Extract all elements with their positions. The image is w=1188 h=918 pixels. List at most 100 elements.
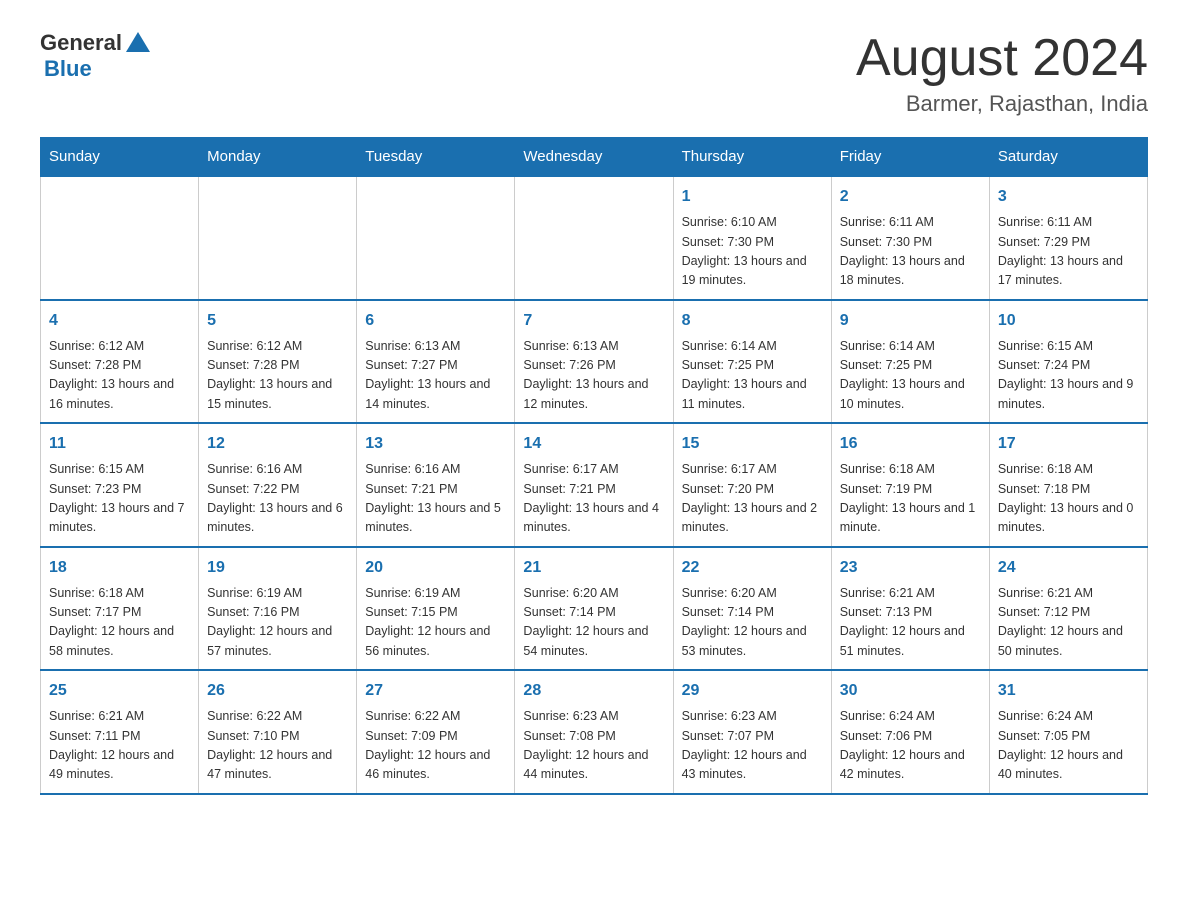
- calendar-cell: 6Sunrise: 6:13 AMSunset: 7:27 PMDaylight…: [357, 300, 515, 424]
- header-thursday: Thursday: [673, 138, 831, 177]
- day-info: Sunrise: 6:10 AMSunset: 7:30 PMDaylight:…: [682, 213, 823, 291]
- calendar-cell: 5 Sunrise: 6:12 AMSunset: 7:28 PMDaylight…: [199, 300, 357, 424]
- day-number: 20: [365, 556, 506, 580]
- day-number: 30: [840, 679, 981, 703]
- calendar-header-row: SundayMondayTuesdayWednesdayThursdayFrid…: [41, 138, 1148, 177]
- month-title: August 2024: [856, 30, 1148, 87]
- day-info: Sunrise: 6:13 AMSunset: 7:26 PMDaylight:…: [523, 337, 664, 415]
- calendar-cell: 1 Sunrise: 6:10 AMSunset: 7:30 PMDaylight…: [673, 176, 831, 300]
- location-title: Barmer, Rajasthan, India: [856, 91, 1148, 117]
- calendar-cell: 21Sunrise: 6:20 AMSunset: 7:14 PMDayligh…: [515, 547, 673, 671]
- day-number: 22: [682, 556, 823, 580]
- calendar-cell: [515, 176, 673, 300]
- day-number: 25: [49, 679, 190, 703]
- calendar-cell: 28 Sunrise: 6:23 AMSunset: 7:08 PMDayligh…: [515, 670, 673, 794]
- day-info: Sunrise: 6:21 AMSunset: 7:11 PMDaylight:…: [49, 707, 190, 785]
- header-saturday: Saturday: [989, 138, 1147, 177]
- calendar-cell: 24 Sunrise: 6:21 AMSunset: 7:12 PMDayligh…: [989, 547, 1147, 671]
- day-info: Sunrise: 6:18 AMSunset: 7:18 PMDaylight:…: [998, 460, 1139, 538]
- calendar-cell: 9 Sunrise: 6:14 AMSunset: 7:25 PMDaylight…: [831, 300, 989, 424]
- calendar-week-row: 4 Sunrise: 6:12 AMSunset: 7:28 PMDaylight…: [41, 300, 1148, 424]
- header-friday: Friday: [831, 138, 989, 177]
- day-info: Sunrise: 6:19 AMSunset: 7:15 PMDaylight:…: [365, 584, 506, 662]
- calendar-cell: 27 Sunrise: 6:22 AMSunset: 7:09 PMDayligh…: [357, 670, 515, 794]
- day-info: Sunrise: 6:14 AMSunset: 7:25 PMDaylight:…: [682, 337, 823, 415]
- day-number: 27: [365, 679, 506, 703]
- day-number: 5: [207, 309, 348, 333]
- calendar-cell: 11 Sunrise: 6:15 AMSunset: 7:23 PMDayligh…: [41, 423, 199, 547]
- day-number: 11: [49, 432, 190, 456]
- calendar-cell: 7Sunrise: 6:13 AMSunset: 7:26 PMDaylight…: [515, 300, 673, 424]
- day-number: 26: [207, 679, 348, 703]
- day-number: 8: [682, 309, 823, 333]
- day-number: 29: [682, 679, 823, 703]
- calendar-cell: 4 Sunrise: 6:12 AMSunset: 7:28 PMDaylight…: [41, 300, 199, 424]
- day-number: 31: [998, 679, 1139, 703]
- calendar-cell: 23 Sunrise: 6:21 AMSunset: 7:13 PMDayligh…: [831, 547, 989, 671]
- logo-blue-text: Blue: [44, 56, 92, 82]
- day-number: 14: [523, 432, 664, 456]
- day-number: 17: [998, 432, 1139, 456]
- header-sunday: Sunday: [41, 138, 199, 177]
- calendar-cell: 2 Sunrise: 6:11 AMSunset: 7:30 PMDaylight…: [831, 176, 989, 300]
- day-info: Sunrise: 6:12 AMSunset: 7:28 PMDaylight:…: [49, 337, 190, 415]
- day-number: 12: [207, 432, 348, 456]
- day-number: 1: [682, 185, 823, 209]
- calendar-cell: 15 Sunrise: 6:17 AMSunset: 7:20 PMDayligh…: [673, 423, 831, 547]
- day-info: Sunrise: 6:15 AMSunset: 7:23 PMDaylight:…: [49, 460, 190, 538]
- calendar-table: SundayMondayTuesdayWednesdayThursdayFrid…: [40, 137, 1148, 795]
- day-info: Sunrise: 6:18 AMSunset: 7:19 PMDaylight:…: [840, 460, 981, 538]
- day-info: Sunrise: 6:21 AMSunset: 7:13 PMDaylight:…: [840, 584, 981, 662]
- calendar-cell: 12 Sunrise: 6:16 AMSunset: 7:22 PMDayligh…: [199, 423, 357, 547]
- day-info: Sunrise: 6:17 AMSunset: 7:20 PMDaylight:…: [682, 460, 823, 538]
- day-number: 13: [365, 432, 506, 456]
- logo-general-text: General: [40, 30, 122, 56]
- day-info: Sunrise: 6:15 AMSunset: 7:24 PMDaylight:…: [998, 337, 1139, 415]
- calendar-cell: 22 Sunrise: 6:20 AMSunset: 7:14 PMDayligh…: [673, 547, 831, 671]
- calendar-cell: 3 Sunrise: 6:11 AMSunset: 7:29 PMDaylight…: [989, 176, 1147, 300]
- day-number: 4: [49, 309, 190, 333]
- day-number: 3: [998, 185, 1139, 209]
- day-info: Sunrise: 6:23 AMSunset: 7:07 PMDaylight:…: [682, 707, 823, 785]
- day-number: 24: [998, 556, 1139, 580]
- calendar-cell: 31Sunrise: 6:24 AMSunset: 7:05 PMDayligh…: [989, 670, 1147, 794]
- header-wednesday: Wednesday: [515, 138, 673, 177]
- day-number: 28: [523, 679, 664, 703]
- calendar-cell: 26Sunrise: 6:22 AMSunset: 7:10 PMDayligh…: [199, 670, 357, 794]
- calendar-cell: 16Sunrise: 6:18 AMSunset: 7:19 PMDayligh…: [831, 423, 989, 547]
- calendar-cell: 8 Sunrise: 6:14 AMSunset: 7:25 PMDaylight…: [673, 300, 831, 424]
- day-info: Sunrise: 6:11 AMSunset: 7:29 PMDaylight:…: [998, 213, 1139, 291]
- day-info: Sunrise: 6:20 AMSunset: 7:14 PMDaylight:…: [523, 584, 664, 662]
- calendar-cell: [357, 176, 515, 300]
- day-number: 6: [365, 309, 506, 333]
- day-info: Sunrise: 6:16 AMSunset: 7:22 PMDaylight:…: [207, 460, 348, 538]
- day-info: Sunrise: 6:21 AMSunset: 7:12 PMDaylight:…: [998, 584, 1139, 662]
- day-info: Sunrise: 6:14 AMSunset: 7:25 PMDaylight:…: [840, 337, 981, 415]
- day-info: Sunrise: 6:22 AMSunset: 7:09 PMDaylight:…: [365, 707, 506, 785]
- day-number: 19: [207, 556, 348, 580]
- day-info: Sunrise: 6:20 AMSunset: 7:14 PMDaylight:…: [682, 584, 823, 662]
- day-number: 18: [49, 556, 190, 580]
- calendar-week-row: 11 Sunrise: 6:15 AMSunset: 7:23 PMDayligh…: [41, 423, 1148, 547]
- calendar-cell: 30Sunrise: 6:24 AMSunset: 7:06 PMDayligh…: [831, 670, 989, 794]
- calendar-cell: 29 Sunrise: 6:23 AMSunset: 7:07 PMDayligh…: [673, 670, 831, 794]
- logo: General Blue: [40, 30, 150, 82]
- calendar-cell: [199, 176, 357, 300]
- day-number: 15: [682, 432, 823, 456]
- day-info: Sunrise: 6:16 AMSunset: 7:21 PMDaylight:…: [365, 460, 506, 538]
- day-info: Sunrise: 6:23 AMSunset: 7:08 PMDaylight:…: [523, 707, 664, 785]
- day-number: 2: [840, 185, 981, 209]
- page-header: General Blue August 2024 Barmer, Rajasth…: [40, 30, 1148, 117]
- day-info: Sunrise: 6:11 AMSunset: 7:30 PMDaylight:…: [840, 213, 981, 291]
- day-number: 23: [840, 556, 981, 580]
- calendar-cell: 13 Sunrise: 6:16 AMSunset: 7:21 PMDayligh…: [357, 423, 515, 547]
- day-info: Sunrise: 6:19 AMSunset: 7:16 PMDaylight:…: [207, 584, 348, 662]
- day-info: Sunrise: 6:12 AMSunset: 7:28 PMDaylight:…: [207, 337, 348, 415]
- calendar-week-row: 25 Sunrise: 6:21 AMSunset: 7:11 PMDayligh…: [41, 670, 1148, 794]
- header-tuesday: Tuesday: [357, 138, 515, 177]
- day-number: 10: [998, 309, 1139, 333]
- day-number: 9: [840, 309, 981, 333]
- calendar-cell: 17 Sunrise: 6:18 AMSunset: 7:18 PMDayligh…: [989, 423, 1147, 547]
- title-area: August 2024 Barmer, Rajasthan, India: [856, 30, 1148, 117]
- day-info: Sunrise: 6:18 AMSunset: 7:17 PMDaylight:…: [49, 584, 190, 662]
